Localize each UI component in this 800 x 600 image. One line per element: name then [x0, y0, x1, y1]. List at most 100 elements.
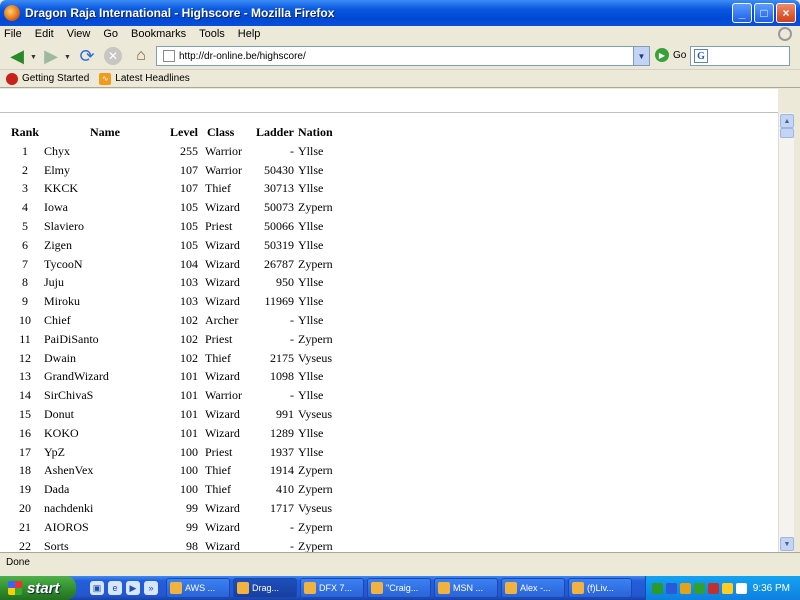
scroll-up-icon[interactable]: ▲ [780, 114, 794, 128]
ladder-cell: 11969 [264, 294, 294, 309]
table-row: 17 YpZ 100 Priest 1937 Yllse [10, 443, 334, 462]
bookmark-getting-started[interactable]: Getting Started [6, 72, 89, 85]
table-row: 12 Dwain 102 Thief 2175 Vyseus [10, 349, 334, 368]
tray-icon[interactable] [680, 582, 691, 594]
class-cell: Wizard [205, 294, 240, 309]
url-dropdown-icon[interactable]: ▼ [633, 47, 649, 65]
forward-history-dropdown-icon[interactable]: ▼ [64, 54, 71, 61]
table-row: 22 Sorts 98 Wizard - Zypern [10, 537, 334, 552]
app-icon [371, 582, 383, 594]
name-cell: KOKO [44, 425, 79, 440]
class-cell: Warrior [205, 143, 243, 158]
tray-icon[interactable] [708, 582, 719, 594]
reload-icon: ⟳ [79, 45, 95, 66]
bookmarks-toolbar: Getting Started ∿ Latest Headlines [0, 70, 800, 88]
nation-cell: Vyseus [298, 407, 333, 422]
taskbar-button[interactable]: Drag... [233, 578, 297, 598]
name-cell: Chyx [44, 143, 71, 158]
name-cell: AIOROS [44, 519, 89, 534]
rank-cell: 22 [19, 538, 31, 552]
bookmark-label: Latest Headlines [115, 73, 190, 84]
address-bar[interactable]: http://dr-online.be/highscore/ ▼ [156, 46, 650, 66]
menu-edit[interactable]: Edit [35, 28, 54, 40]
go-label: Go [673, 49, 687, 61]
rank-cell: 3 [22, 181, 28, 196]
name-cell: Dwain [44, 350, 76, 365]
taskbar-button[interactable]: MSN ... [434, 578, 498, 598]
class-cell: Wizard [205, 275, 240, 290]
stop-icon: ✕ [107, 49, 119, 63]
class-cell: Wizard [205, 237, 240, 252]
stop-button[interactable]: ✕ [104, 47, 122, 65]
tray-icon[interactable] [666, 582, 677, 594]
rank-cell: 2 [22, 162, 28, 177]
url-text[interactable]: http://dr-online.be/highscore/ [179, 51, 306, 62]
ladder-cell: 50430 [264, 162, 294, 177]
go-arrow-icon: ▶ [655, 48, 669, 62]
rank-cell: 9 [22, 294, 28, 309]
menu-go[interactable]: Go [103, 28, 118, 40]
status-text: Done [6, 557, 30, 568]
home-button[interactable]: ⌂ [130, 45, 152, 67]
class-cell: Priest [205, 331, 233, 346]
table-row: 14 SirChivaS 101 Warrior - Yllse [10, 386, 334, 405]
page-icon [163, 50, 175, 62]
nation-cell: Vyseus [298, 501, 333, 516]
back-history-dropdown-icon[interactable]: ▼ [30, 54, 37, 61]
menu-help[interactable]: Help [238, 28, 261, 40]
rank-cell: 11 [19, 331, 31, 346]
taskbar-button[interactable]: (f)Liv... [568, 578, 632, 598]
tray-icon[interactable] [652, 582, 663, 594]
menu-file[interactable]: File [4, 28, 22, 40]
class-cell: Thief [205, 463, 231, 478]
table-body: 1 Chyx 255 Warrior - Yllse 2 Elmy 107 Warrior 5043… [10, 142, 334, 552]
back-button[interactable]: ◀ [6, 45, 28, 67]
taskbar-button-label: MSN ... [453, 583, 484, 593]
close-button[interactable]: × [776, 3, 796, 23]
nation-cell: Zypern [298, 519, 333, 534]
ladder-cell: 1098 [270, 369, 294, 384]
reload-button[interactable]: ⟳ [76, 45, 98, 67]
level-cell: 102 [180, 350, 198, 365]
taskbar-button[interactable]: DFX 7... [300, 578, 364, 598]
taskbar-button[interactable]: "Craig... [367, 578, 431, 598]
bookmark-latest-headlines[interactable]: ∿ Latest Headlines [99, 72, 190, 85]
ladder-cell: 50073 [264, 200, 294, 215]
nation-cell: Yllse [298, 219, 324, 234]
internet-explorer-icon[interactable]: e [108, 581, 122, 595]
media-player-icon[interactable]: ▶ [126, 581, 140, 595]
search-box[interactable]: G [690, 46, 790, 66]
tray-icon[interactable] [694, 582, 705, 594]
minimize-button[interactable]: _ [732, 3, 752, 23]
level-cell: 101 [180, 407, 198, 422]
go-button[interactable]: ▶ Go [655, 48, 686, 62]
scroll-down-icon[interactable]: ▼ [780, 537, 794, 551]
tray-icon[interactable] [736, 582, 747, 594]
menu-view[interactable]: View [67, 28, 91, 40]
table-row: 5 Slaviero 105 Priest 50066 Yllse [10, 217, 334, 236]
scroll-thumb[interactable] [780, 128, 794, 138]
more-quicklaunch-icon[interactable]: » [144, 581, 158, 595]
rank-cell: 12 [19, 350, 31, 365]
ladder-cell: 30713 [264, 181, 294, 196]
taskbar-button[interactable]: AWS ... [166, 578, 230, 598]
highscore-table: Rank Name Level Class Ladder Nation 1 Chy… [10, 122, 334, 553]
menu-bookmarks[interactable]: Bookmarks [131, 28, 186, 40]
tray-icon[interactable] [722, 582, 733, 594]
forward-button[interactable]: ▶ [40, 45, 62, 67]
level-cell: 107 [180, 181, 198, 196]
class-cell: Wizard [205, 200, 240, 215]
maximize-button[interactable]: □ [754, 3, 774, 23]
menu-tools[interactable]: Tools [199, 28, 225, 40]
taskbar-button[interactable]: Alex -... [501, 578, 565, 598]
show-desktop-icon[interactable]: ▣ [90, 581, 104, 595]
name-cell: Slaviero [44, 219, 84, 234]
vertical-scrollbar[interactable]: ▲ ▼ [778, 113, 794, 552]
throbber-icon [778, 27, 792, 41]
title-bar: Dragon Raja International - Highscore - … [0, 0, 800, 26]
quick-launch: ▣ e ▶ » [90, 581, 158, 595]
google-search-icon[interactable]: G [694, 49, 708, 63]
ladder-cell: 26787 [264, 256, 294, 271]
start-button[interactable]: start [0, 576, 76, 600]
ladder-cell: 1717 [270, 501, 294, 516]
